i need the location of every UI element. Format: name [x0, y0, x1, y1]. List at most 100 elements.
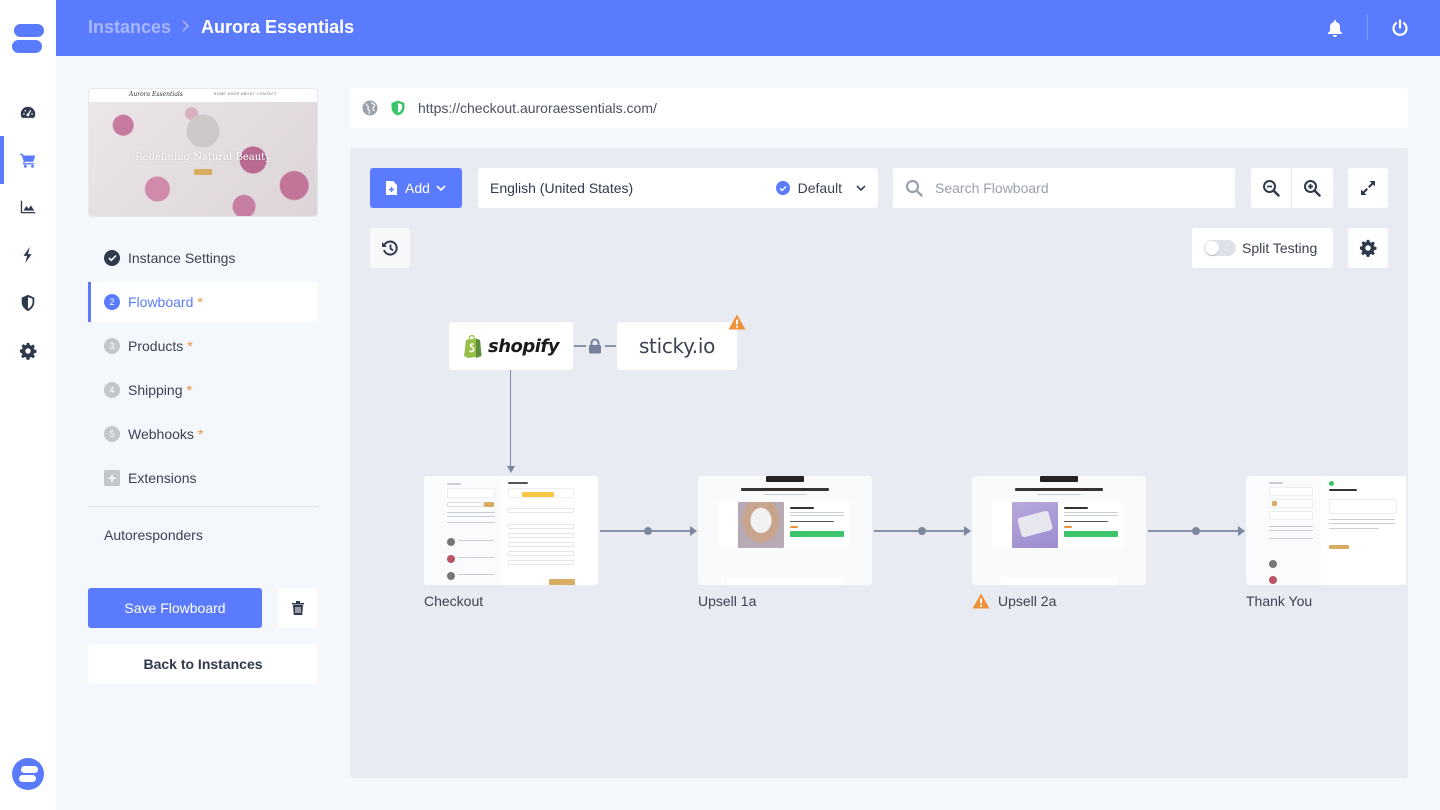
- flowboard-settings-button[interactable]: [1348, 228, 1388, 268]
- flow-edge: [1200, 530, 1238, 532]
- shopify-node[interactable]: shopify: [449, 322, 573, 370]
- notifications-button[interactable]: [1323, 16, 1347, 40]
- step-number: 5: [104, 426, 120, 442]
- arrow-right-icon: [964, 526, 971, 536]
- thumb-banner: [766, 476, 804, 482]
- thumb-line: [447, 522, 495, 523]
- rail-analytics[interactable]: [0, 185, 56, 229]
- step-products[interactable]: 3 Products *: [88, 326, 318, 366]
- store-preview-thumbnail[interactable]: Aurora Essentials HOME SHOP ABOUT CONTAC…: [88, 88, 318, 217]
- app-logo[interactable]: [12, 24, 44, 54]
- autoresponders-link[interactable]: Autoresponders: [88, 515, 318, 555]
- fullscreen-button[interactable]: [1348, 168, 1388, 208]
- rail-dashboard[interactable]: [0, 91, 56, 135]
- step-webhooks[interactable]: 5 Webhooks *: [88, 414, 318, 454]
- chevron-down-icon: [436, 185, 446, 191]
- flow-edge-node[interactable]: [644, 527, 652, 535]
- thumb-line: [790, 515, 844, 516]
- expand-icon: [1361, 181, 1375, 195]
- step-label: Webhooks: [128, 426, 194, 442]
- flow-edge: [652, 530, 690, 532]
- step-flowboard[interactable]: 2 Flowboard *: [88, 282, 318, 322]
- thumb-line: [790, 512, 844, 513]
- flow-edge-node[interactable]: [918, 527, 926, 535]
- logout-button[interactable]: [1388, 16, 1412, 40]
- preview-brand: Aurora Essentials: [129, 91, 183, 98]
- lock-icon: [589, 338, 601, 354]
- area-chart-icon: [20, 200, 36, 214]
- rail-settings[interactable]: [0, 329, 56, 373]
- page-card-upsell-1a[interactable]: [698, 476, 872, 585]
- thumb-line: [458, 557, 494, 558]
- add-button[interactable]: Add: [370, 168, 462, 208]
- top-header: Instances Aurora Essentials: [56, 0, 1440, 56]
- thumb-line: [1064, 515, 1118, 516]
- flowboard-canvas[interactable]: Add English (United States) Default Sear…: [350, 148, 1408, 778]
- step-shipping[interactable]: 4 Shipping *: [88, 370, 318, 410]
- arrow-right-icon: [690, 526, 697, 536]
- power-icon: [1392, 19, 1408, 36]
- flow-edge-node[interactable]: [1192, 527, 1200, 535]
- page-label: Thank You: [1246, 593, 1313, 609]
- url-text: https://checkout.auroraessentials.com/: [418, 100, 657, 116]
- speedometer-icon: [20, 106, 36, 118]
- thumb-price: [790, 526, 798, 528]
- user-avatar[interactable]: [12, 758, 44, 790]
- breadcrumb-instances[interactable]: Instances: [88, 17, 171, 38]
- rail-security[interactable]: [0, 281, 56, 325]
- rail-store[interactable]: [0, 136, 56, 184]
- search-input[interactable]: [935, 180, 1235, 196]
- delete-button[interactable]: [278, 588, 318, 628]
- thumb-item: [1269, 487, 1313, 496]
- search-box[interactable]: [893, 168, 1235, 208]
- url-bar[interactable]: https://checkout.auroraessentials.com/: [350, 88, 1408, 128]
- zoom-in-button[interactable]: [1292, 168, 1332, 208]
- thumb-line: [790, 521, 834, 522]
- toggle-switch[interactable]: [1204, 240, 1236, 256]
- page-card-thank-you[interactable]: [1246, 476, 1406, 585]
- flow-edge: [874, 530, 918, 532]
- arrow-down-icon: [507, 466, 515, 473]
- check-icon: [104, 250, 120, 266]
- zoom-out-button[interactable]: [1251, 168, 1291, 208]
- thumb-field: [508, 533, 574, 538]
- breadcrumb-current: Aurora Essentials: [201, 17, 355, 37]
- thumb-footer: [727, 577, 843, 585]
- step-label: Instance Settings: [128, 250, 236, 266]
- thumb-badge: [1269, 560, 1277, 568]
- history-button[interactable]: [370, 228, 410, 268]
- back-to-instances-button[interactable]: Back to Instances: [88, 644, 318, 684]
- sticky-io-node[interactable]: sticky.io: [617, 322, 737, 370]
- required-marker: *: [187, 338, 193, 354]
- page-label: Checkout: [424, 593, 484, 609]
- thumb-field: [508, 508, 574, 513]
- thumb-product-image: [738, 502, 784, 548]
- thumb-line: [1329, 528, 1379, 529]
- rail-automation[interactable]: [0, 233, 56, 277]
- zoom-in-icon: [1304, 180, 1321, 197]
- thumb-headline: [1015, 488, 1103, 491]
- gear-icon: [1359, 239, 1377, 257]
- thumb-footer: [1001, 577, 1117, 585]
- thumb-badge: [1269, 576, 1277, 584]
- page-card-upsell-2a[interactable]: [972, 476, 1146, 585]
- secure-shield-icon: [390, 100, 406, 116]
- add-file-icon: [386, 181, 397, 195]
- thumb-item: [1269, 511, 1313, 520]
- default-label: Default: [797, 180, 842, 196]
- thumb-field: [508, 560, 574, 565]
- thumb-line: [1064, 512, 1118, 513]
- sticky-io-logo-text: sticky.io: [638, 334, 716, 358]
- step-instance-settings[interactable]: Instance Settings: [88, 238, 318, 278]
- step-extensions[interactable]: + Extensions: [88, 458, 318, 498]
- thumb-headline: [741, 488, 829, 491]
- step-number: 2: [104, 294, 120, 310]
- page-label: Upsell 2a: [998, 593, 1057, 609]
- thumb-badge: [447, 555, 455, 563]
- language-select[interactable]: English (United States) Default: [478, 168, 878, 208]
- page-card-checkout[interactable]: [424, 476, 598, 585]
- thumb-product-icon: [1272, 501, 1277, 506]
- split-testing-toggle[interactable]: Split Testing: [1192, 228, 1333, 268]
- warning-icon: [972, 593, 990, 609]
- save-flowboard-button[interactable]: Save Flowboard: [88, 588, 262, 628]
